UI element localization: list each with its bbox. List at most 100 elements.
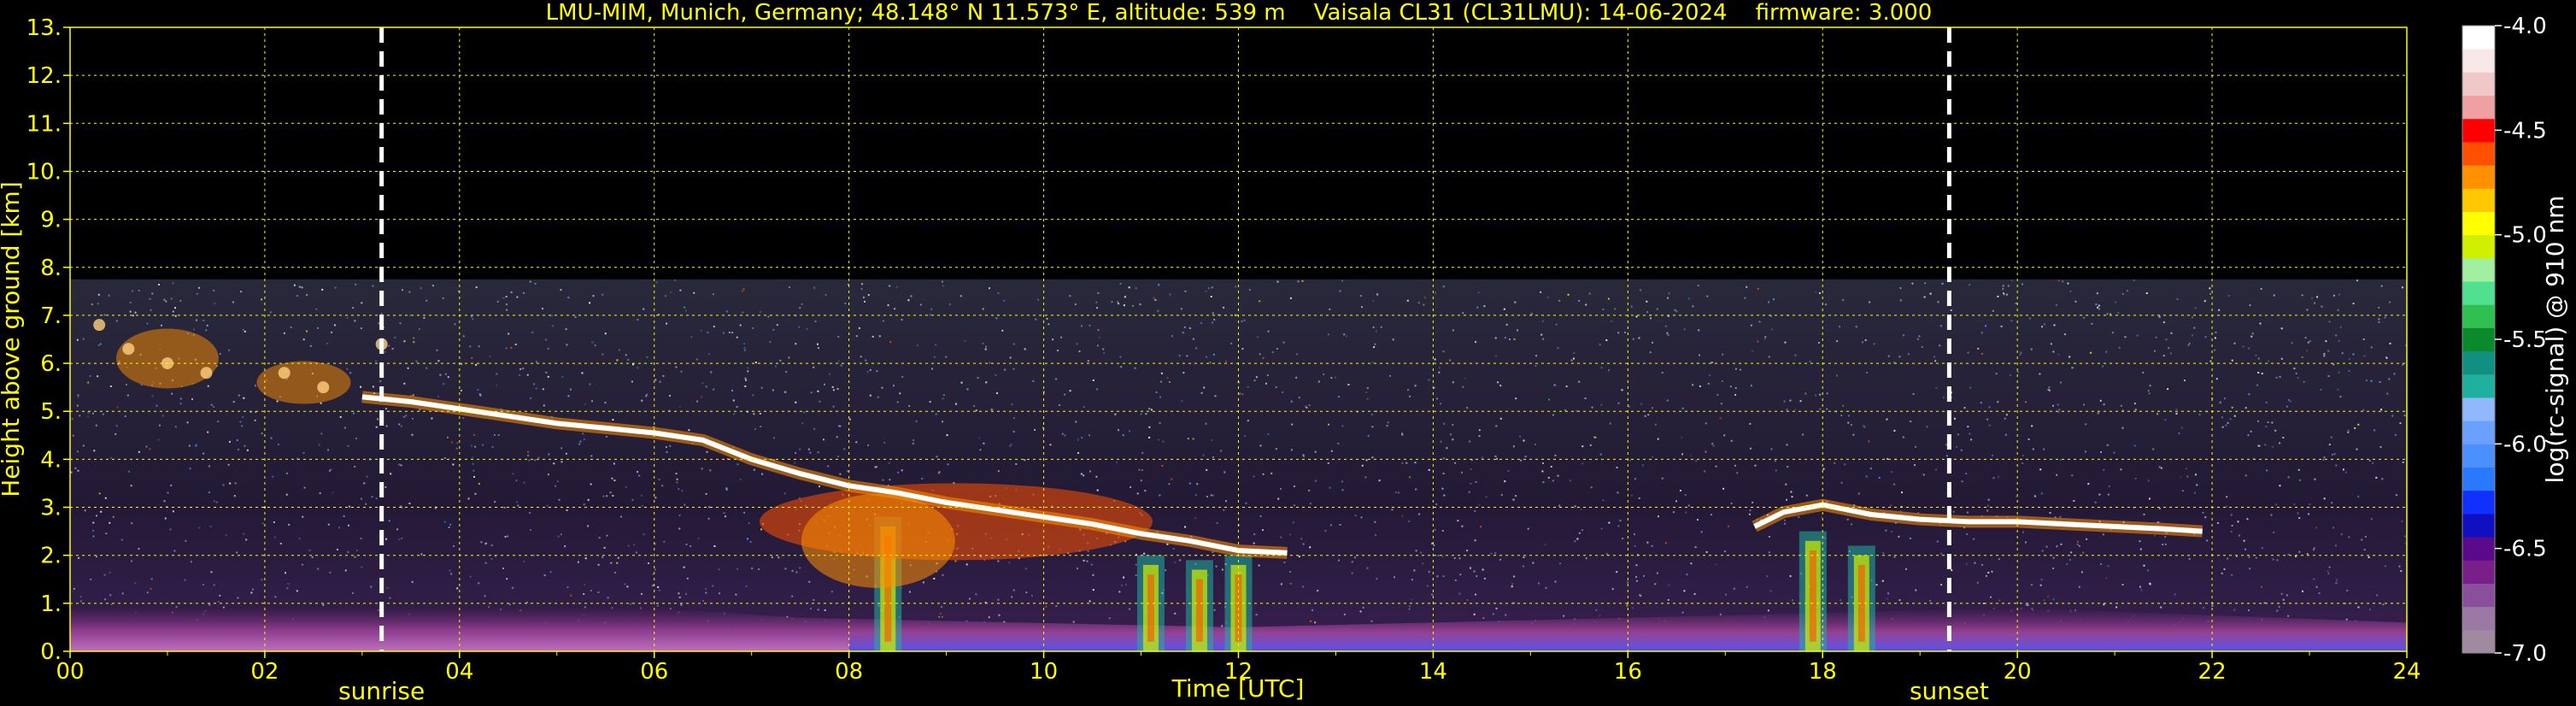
- noise-speck: [1787, 466, 1789, 468]
- noise-speck: [261, 432, 263, 435]
- noise-speck: [1974, 562, 1976, 564]
- noise-speck: [207, 385, 209, 387]
- noise-speck: [840, 364, 842, 367]
- noise-speck: [2264, 444, 2267, 446]
- noise-speck: [327, 523, 330, 526]
- noise-speck: [163, 298, 166, 301]
- noise-speck: [2402, 461, 2404, 463]
- noise-speck: [172, 282, 174, 285]
- noise-speck: [1012, 431, 1015, 433]
- noise-speck: [795, 401, 797, 403]
- x-tick-label: 04: [445, 659, 473, 685]
- noise-speck: [2305, 350, 2308, 352]
- noise-speck: [1614, 308, 1617, 310]
- noise-speck: [1923, 296, 1926, 298]
- noise-speck: [860, 356, 862, 358]
- noise-speck: [79, 600, 82, 603]
- noise-speck: [801, 422, 804, 425]
- y-tick-label: 12.: [26, 63, 62, 89]
- noise-speck: [2113, 451, 2115, 454]
- noise-speck: [2293, 503, 2296, 505]
- noise-speck: [2231, 359, 2233, 362]
- noise-speck: [329, 469, 331, 472]
- noise-speck: [1784, 519, 1786, 521]
- noise-speck: [869, 368, 871, 371]
- noise-speck: [2045, 545, 2048, 548]
- noise-speck: [1266, 374, 1269, 376]
- noise-speck: [1449, 359, 1452, 362]
- noise-speck: [2402, 363, 2404, 366]
- noise-speck: [978, 437, 981, 439]
- noise-speck: [2313, 578, 2315, 580]
- noise-speck: [372, 285, 374, 287]
- noise-speck: [940, 612, 942, 615]
- noise-speck: [2103, 468, 2105, 471]
- noise-speck: [1719, 613, 1722, 615]
- noise-speck: [1210, 494, 1212, 497]
- noise-speck: [287, 583, 290, 585]
- noise-speck: [795, 452, 797, 454]
- noise-speck: [1715, 563, 1717, 566]
- noise-speck: [1585, 303, 1587, 306]
- noise-speck: [1064, 434, 1066, 437]
- noise-speck: [1563, 615, 1565, 617]
- noise-speck: [592, 295, 595, 297]
- noise-speck: [736, 568, 739, 570]
- noise-speck: [523, 291, 525, 294]
- noise-speck: [372, 385, 374, 388]
- noise-speck: [1323, 374, 1325, 375]
- noise-speck: [897, 471, 900, 474]
- noise-speck: [2191, 316, 2193, 319]
- noise-speck: [584, 557, 587, 560]
- noise-speck: [121, 592, 124, 595]
- noise-speck: [1752, 501, 1754, 503]
- noise-speck: [1869, 301, 1871, 303]
- noise-speck: [1395, 491, 1398, 494]
- noise-speck: [817, 347, 819, 350]
- noise-speck: [1308, 404, 1311, 407]
- cloud-patch-early: [256, 361, 351, 404]
- noise-speck: [912, 442, 914, 444]
- noise-speck: [1705, 550, 1708, 553]
- noise-speck: [1098, 337, 1100, 338]
- noise-speck: [526, 374, 529, 376]
- y-tick-label: 5.: [40, 399, 62, 425]
- noise-speck: [2287, 476, 2290, 479]
- noise-speck: [1721, 380, 1723, 382]
- noise-speck: [1406, 299, 1409, 302]
- noise-speck: [1327, 462, 1329, 464]
- noise-speck: [1646, 300, 1648, 303]
- noise-speck: [1681, 453, 1683, 456]
- noise-speck: [543, 404, 545, 407]
- noise-speck: [2136, 334, 2139, 337]
- noise-speck: [110, 456, 113, 459]
- noise-speck: [2332, 294, 2335, 297]
- colorbar-segment: [2462, 606, 2495, 631]
- noise-speck: [1893, 556, 1896, 558]
- noise-speck: [349, 372, 352, 374]
- noise-speck: [680, 603, 683, 606]
- noise-speck: [810, 608, 812, 609]
- noise-speck: [626, 585, 629, 588]
- noise-speck: [1154, 299, 1157, 301]
- noise-speck: [2165, 338, 2168, 341]
- noise-speck: [1169, 381, 1171, 383]
- noise-speck: [985, 381, 988, 384]
- noise-speck: [388, 520, 390, 522]
- noise-speck: [1413, 569, 1416, 572]
- noise-speck: [1096, 344, 1099, 347]
- noise-speck: [228, 349, 231, 351]
- noise-speck: [1523, 439, 1525, 442]
- noise-speck: [896, 401, 899, 403]
- noise-speck: [601, 353, 604, 356]
- noise-speck: [93, 450, 96, 452]
- noise-speck: [1255, 614, 1258, 616]
- noise-speck: [493, 434, 496, 436]
- noise-speck: [413, 341, 415, 344]
- noise-speck: [1995, 373, 1998, 375]
- noise-speck: [2272, 558, 2274, 561]
- noise-speck: [1937, 301, 1939, 303]
- noise-speck: [1608, 369, 1610, 372]
- noise-speck: [1178, 355, 1181, 357]
- noise-speck: [2057, 279, 2060, 282]
